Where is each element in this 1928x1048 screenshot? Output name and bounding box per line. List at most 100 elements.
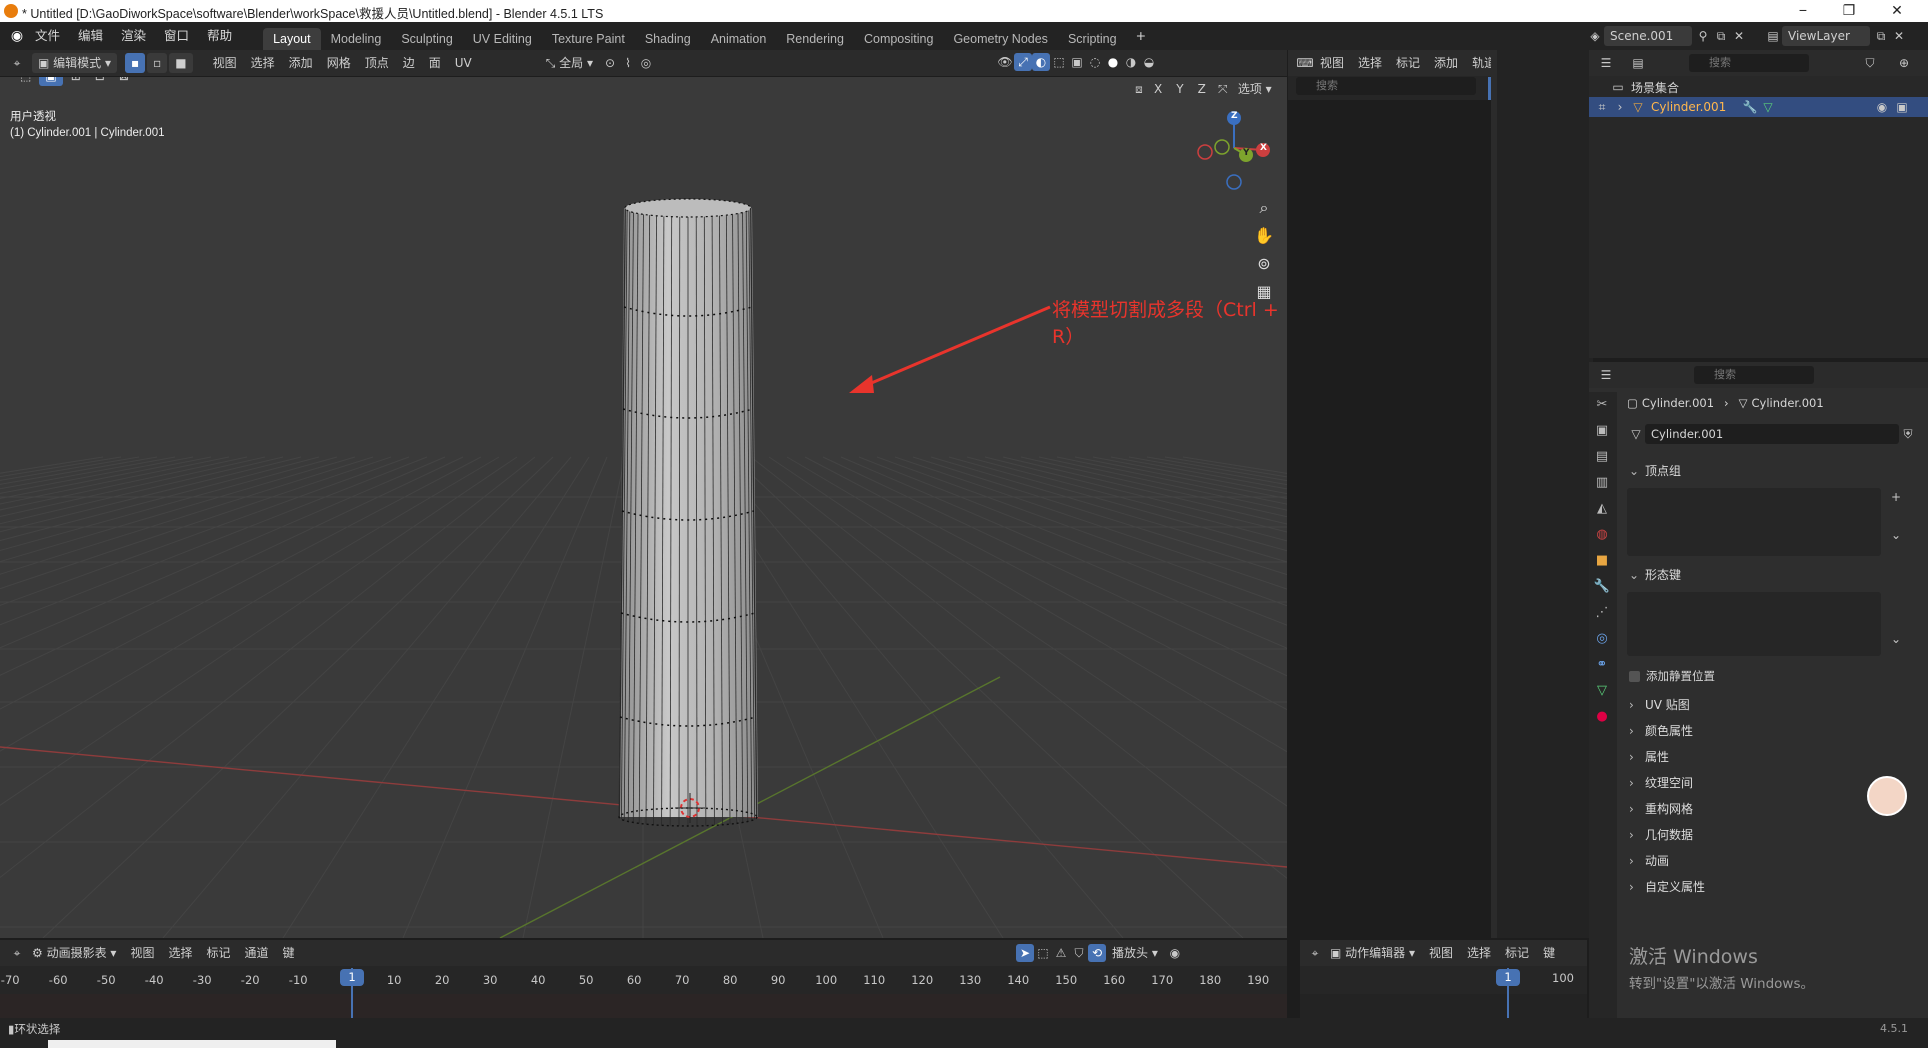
axis-x-toggle[interactable]: X xyxy=(1148,79,1169,99)
minimize-button[interactable]: − xyxy=(1780,0,1826,22)
edge-select-button[interactable]: ▫ xyxy=(147,53,168,73)
vertex-groups-list[interactable]: + ⌄ xyxy=(1619,484,1928,562)
view-layer-name[interactable]: ViewLayer xyxy=(1782,26,1870,46)
scene-tab-icon[interactable]: ◭ xyxy=(1589,496,1615,522)
select-extend-button[interactable]: ⊞ xyxy=(64,77,87,86)
clip-editor-type-icon[interactable]: ⌨ xyxy=(1296,54,1314,72)
tab-texture-paint[interactable]: Texture Paint xyxy=(542,28,635,50)
show-errors-icon[interactable]: ⚠ xyxy=(1052,944,1070,962)
clip-search-input[interactable]: 搜索 xyxy=(1296,77,1476,95)
delete-view-layer-icon[interactable]: ✕ xyxy=(1890,27,1908,45)
gizmo-y-label[interactable]: Y xyxy=(1243,148,1250,158)
menu-uv[interactable]: UV xyxy=(449,53,478,73)
snap-icon[interactable]: ⌇ xyxy=(619,54,637,72)
clip-menu-select[interactable]: 选择 xyxy=(1352,53,1388,73)
uv-maps-section[interactable]: › UV 贴图 xyxy=(1619,692,1928,718)
menu-select[interactable]: 选择 xyxy=(245,53,281,73)
menu-render[interactable]: 渲染 xyxy=(112,22,155,50)
shape-keys-section[interactable]: ⌄ 形态键 xyxy=(1619,562,1928,588)
gizmo-z-label[interactable]: Z xyxy=(1231,111,1238,121)
gizmo-toggle-icon[interactable]: ⤢ xyxy=(1014,53,1032,71)
transform-orientation[interactable]: ⤡ 全局 ▾ xyxy=(540,53,599,73)
perspective-grid-icon[interactable]: ▦ xyxy=(1250,278,1278,306)
visibility-eye-icon[interactable]: ◉ xyxy=(1873,98,1891,116)
mode-selector[interactable]: ▣ 编辑模式 ▾ xyxy=(32,53,118,73)
outliner-object-row[interactable]: ⌗ › ▽ Cylinder.001 🔧 ▽ ◉ ▣ xyxy=(1589,97,1928,117)
color-attributes-section[interactable]: › 颜色属性 xyxy=(1619,718,1928,744)
tab-scripting[interactable]: Scripting xyxy=(1058,28,1127,50)
scene-selector[interactable]: ◈ Scene.001 ⚲ ⧉ ✕ xyxy=(1586,25,1748,47)
tab-uv-editing[interactable]: UV Editing xyxy=(463,28,542,50)
action-editor-type-icon[interactable]: ⌖ xyxy=(1306,944,1324,962)
action-menu-view[interactable]: 视图 xyxy=(1423,943,1459,963)
attributes-section[interactable]: › 属性 xyxy=(1619,744,1928,770)
menu-help[interactable]: 帮助 xyxy=(198,22,241,50)
vertex-select-button[interactable]: ▪ xyxy=(125,53,146,73)
options-dropdown[interactable]: 选项 ▾ xyxy=(1232,79,1278,99)
select-subtract-button[interactable]: ⊟ xyxy=(88,77,111,86)
tab-sculpting[interactable]: Sculpting xyxy=(391,28,462,50)
material-shading-icon[interactable]: ◑ xyxy=(1122,53,1140,71)
timeline-menu-view[interactable]: 视图 xyxy=(124,943,160,963)
modifier-icon[interactable]: 🔧 xyxy=(1741,98,1759,116)
playhead-snap-dropdown[interactable]: 播放头 ▾ xyxy=(1106,943,1164,963)
menu-mesh[interactable]: 网格 xyxy=(321,53,357,73)
tool-tab-icon[interactable]: ✂ xyxy=(1589,392,1615,418)
material-tab-icon[interactable]: ● xyxy=(1589,704,1615,730)
3d-viewport[interactable]: 用户透视 (1) Cylinder.001 | Cylinder.001 将模型… xyxy=(0,77,1287,938)
fake-user-shield-icon[interactable]: ⛨ xyxy=(1899,425,1917,443)
mesh-datablock-selector[interactable]: ▽ Cylinder.001 ⛨ xyxy=(1627,424,1917,444)
outliner-type-icon[interactable]: ☰ xyxy=(1597,54,1615,72)
new-scene-icon[interactable]: ⧉ xyxy=(1712,27,1730,45)
mirror-icon[interactable]: ⧈ xyxy=(1130,80,1148,98)
properties-search-input[interactable]: 搜索 xyxy=(1694,366,1814,384)
mesh-data-icon[interactable]: ▽ xyxy=(1759,98,1777,116)
solid-shading-icon[interactable]: ● xyxy=(1104,53,1122,71)
assistant-avatar[interactable] xyxy=(1867,776,1907,816)
timeline-menu-channel[interactable]: 通道 xyxy=(238,943,274,963)
rendered-shading-icon[interactable]: ◒ xyxy=(1140,53,1158,71)
clip-menu-marker[interactable]: 标记 xyxy=(1390,53,1426,73)
overlay-icon[interactable]: ◐ xyxy=(1032,53,1050,71)
tab-animation[interactable]: Animation xyxy=(701,28,777,50)
timeline-filter-icon[interactable]: ⛉ xyxy=(1070,944,1088,962)
action-menu-marker[interactable]: 标记 xyxy=(1499,943,1535,963)
scene-name[interactable]: Scene.001 xyxy=(1604,26,1692,46)
filter-icon[interactable]: ⛉ xyxy=(1861,54,1879,72)
custom-properties-section[interactable]: › 自定义属性 xyxy=(1619,874,1928,900)
current-frame-badge[interactable]: 1 xyxy=(340,969,364,986)
action-current-frame-badge[interactable]: 1 xyxy=(1496,969,1520,986)
particles-tab-icon[interactable]: ⋰ xyxy=(1589,600,1615,626)
render-tab-icon[interactable]: ▣ xyxy=(1589,418,1615,444)
animation-section[interactable]: › 动画 xyxy=(1619,848,1928,874)
new-view-layer-icon[interactable]: ⧉ xyxy=(1872,27,1890,45)
clip-editor-body[interactable] xyxy=(1288,100,1491,938)
shape-key-menu-icon[interactable]: ⌄ xyxy=(1887,630,1905,648)
render-camera-icon[interactable]: ▣ xyxy=(1893,98,1911,116)
auto-merge-icon[interactable]: ⤧ xyxy=(1214,80,1232,98)
timeline-editor-selector[interactable]: ⚙ 动画摄影表 ▾ xyxy=(26,943,122,963)
proportional-icon[interactable]: ◉ xyxy=(1166,944,1184,962)
tab-geometry-nodes[interactable]: Geometry Nodes xyxy=(943,28,1057,50)
timeline-menu-marker[interactable]: 标记 xyxy=(200,943,236,963)
axis-y-toggle[interactable]: Y xyxy=(1170,79,1190,99)
timeline-menu-select[interactable]: 选择 xyxy=(162,943,198,963)
geometry-data-section[interactable]: › 几何数据 xyxy=(1619,822,1928,848)
physics-tab-icon[interactable]: ◎ xyxy=(1589,626,1615,652)
menu-window[interactable]: 窗口 xyxy=(155,22,198,50)
select-new-button[interactable]: ▣ xyxy=(39,77,63,86)
tab-layout[interactable]: Layout xyxy=(263,28,321,50)
proportional-edit-icon[interactable]: ◎ xyxy=(637,54,655,72)
tab-compositing[interactable]: Compositing xyxy=(854,28,943,50)
show-hidden-icon[interactable]: ⬚ xyxy=(1034,944,1052,962)
select-intersect-button[interactable]: ⊠ xyxy=(112,77,135,86)
menu-face[interactable]: 面 xyxy=(423,53,447,73)
mesh-name-field[interactable]: Cylinder.001 xyxy=(1645,424,1899,444)
rest-position-checkbox-row[interactable]: 添加静置位置 xyxy=(1619,666,1928,686)
tab-modeling[interactable]: Modeling xyxy=(321,28,392,50)
view-layer-tab-icon[interactable]: ▥ xyxy=(1589,470,1615,496)
face-select-button[interactable]: ■ xyxy=(169,53,193,73)
gizmo-x-label[interactable]: X xyxy=(1260,143,1267,153)
pan-hand-icon[interactable]: ✋ xyxy=(1250,222,1278,250)
rest-position-checkbox[interactable] xyxy=(1629,670,1640,682)
